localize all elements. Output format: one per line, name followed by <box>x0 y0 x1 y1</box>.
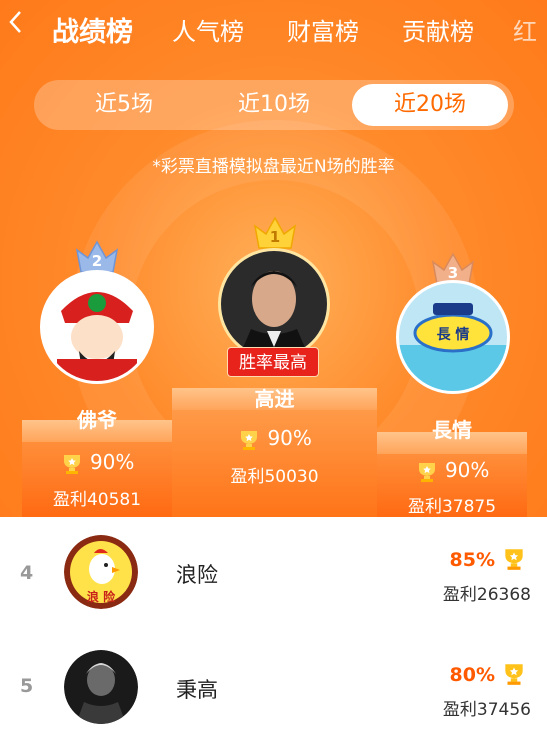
avatar-second[interactable] <box>40 270 154 384</box>
rate-first: 90% <box>172 426 377 451</box>
tab-wealth[interactable]: 财富榜 <box>287 12 359 47</box>
tab-record[interactable]: 战绩榜 <box>52 10 133 49</box>
avatar[interactable] <box>64 650 138 724</box>
name-second: 佛爷 <box>77 408 117 432</box>
list-item[interactable]: 4 浪 险 浪险 85% 盈利26368 <box>0 517 547 630</box>
rate-second-value: 90% <box>89 450 135 474</box>
rank-number: 5 <box>20 675 34 697</box>
rate-second: 90% <box>22 450 172 475</box>
avatar[interactable]: 浪 险 <box>64 535 138 609</box>
tab-popularity[interactable]: 人气榜 <box>172 12 244 47</box>
rate-third-value: 90% <box>444 458 490 482</box>
subtitle: *彩票直播模拟盘最近N场的胜率 <box>152 157 395 177</box>
name-third: 長情 <box>432 418 472 442</box>
trophy-icon <box>418 462 435 482</box>
trophy-icon <box>241 430 258 450</box>
segment-last-5[interactable]: 近5场 <box>74 80 174 130</box>
rate-first-value: 90% <box>267 426 312 450</box>
rate-third: 90% <box>377 458 527 483</box>
profit: 盈利26368 <box>442 585 531 605</box>
profit-second: 盈利40581 <box>52 490 142 510</box>
list-item[interactable]: 5 秉高 80% 盈利37456 <box>0 630 547 743</box>
rank-2-label: 2 <box>91 252 103 270</box>
segment-last-10[interactable]: 近10场 <box>219 80 329 130</box>
avatar-first[interactable] <box>218 248 330 360</box>
svg-text:浪 险: 浪 险 <box>87 589 116 604</box>
win-rate: 85% <box>449 549 495 571</box>
rank-1-label: 1 <box>269 228 281 246</box>
profit: 盈利37456 <box>442 700 531 720</box>
tab-contribution[interactable]: 贡献榜 <box>402 12 474 47</box>
profit-third: 盈利37875 <box>407 497 497 517</box>
avatar-third[interactable]: 長 情 <box>396 280 510 394</box>
trophy-icon <box>63 454 80 474</box>
top-winrate-badge: 胜率最高 <box>227 347 319 377</box>
segment-last-20[interactable]: 近20场 <box>352 84 508 126</box>
win-rate: 80% <box>449 664 495 686</box>
profit-first: 盈利50030 <box>230 467 319 487</box>
name-first: 高进 <box>254 387 295 411</box>
user-name: 秉高 <box>176 678 218 702</box>
chevron-left-icon <box>9 11 21 33</box>
top-nav: 战绩榜 人气榜 财富榜 贡献榜 红 <box>0 0 547 56</box>
trophy-icon <box>505 664 523 685</box>
ranking-list: 4 浪 险 浪险 85% 盈利26368 5 秉高 80% 盈利37456 <box>0 517 547 743</box>
user-name: 浪险 <box>176 563 218 587</box>
tab-red[interactable]: 红 <box>513 12 537 47</box>
leaderboard-header: 战绩榜 人气榜 财富榜 贡献榜 红 近5场 近10场 近20场 *彩票直播模拟盘… <box>0 0 547 517</box>
rank-number: 4 <box>20 562 34 584</box>
period-segment: 近5场 近10场 近20场 <box>34 80 514 130</box>
back-button[interactable] <box>8 10 30 40</box>
svg-text:長 情: 長 情 <box>437 326 470 343</box>
trophy-icon <box>505 549 523 570</box>
